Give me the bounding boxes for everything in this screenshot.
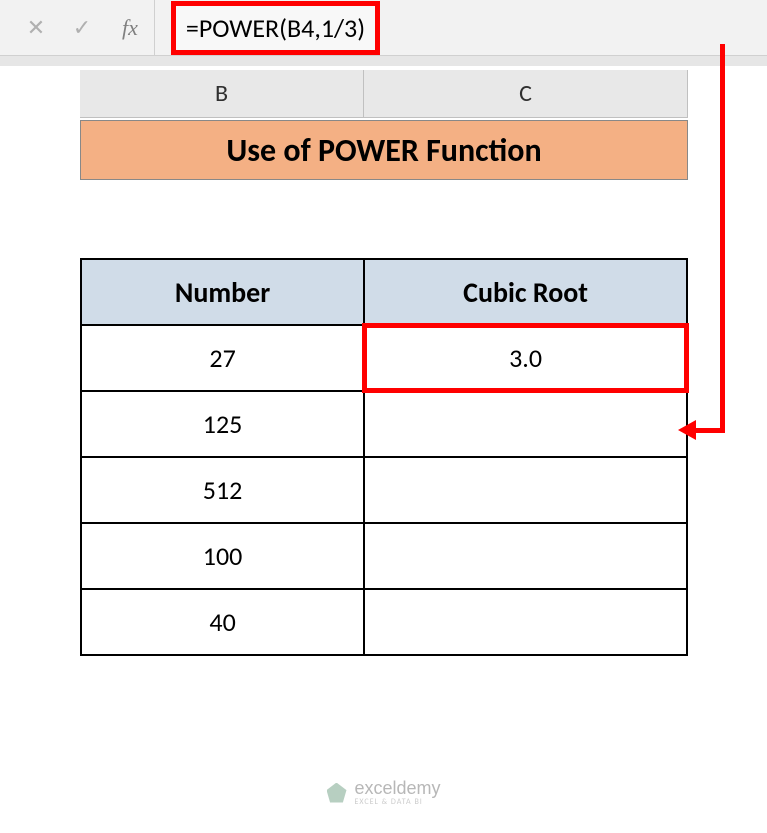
confirm-icon[interactable]: ✓ [68,14,96,42]
table-row: 125 [81,391,687,457]
table-row: 100 [81,523,687,589]
table-header-row: Number Cubic Root [81,259,687,325]
watermark-text-stack: exceldemy EXCEL & DATA BI [354,778,440,807]
ribbon-divider [0,56,767,70]
worksheet: B C Use of POWER Function Number Cubic R… [0,70,767,656]
formula-bar: ✕ ✓ fx =POWER(B4,1/3) [0,0,767,56]
cell-number[interactable]: 512 [81,457,364,523]
data-table: Number Cubic Root 27 3.0 125 512 100 [80,258,688,656]
column-gap [0,70,80,118]
callout-arrow-head-icon [678,420,696,440]
cell-number[interactable]: 125 [81,391,364,457]
formula-bar-controls: ✕ ✓ fx [0,0,155,55]
table-row: 40 [81,589,687,655]
cell-root[interactable] [364,589,687,655]
cell-number[interactable]: 100 [81,523,364,589]
cell-root[interactable] [364,523,687,589]
column-header-c[interactable]: C [364,70,688,118]
table-row: 27 3.0 [81,325,687,391]
cell-number[interactable]: 40 [81,589,364,655]
cancel-icon[interactable]: ✕ [22,14,50,42]
watermark-brand: exceldemy [354,778,440,799]
watermark-logo-icon [326,783,346,803]
watermark: exceldemy EXCEL & DATA BI [326,778,440,807]
header-number[interactable]: Number [81,259,364,325]
formula-input[interactable]: =POWER(B4,1/3) [171,1,380,55]
watermark-tagline: EXCEL & DATA BI [354,797,440,807]
column-header-b[interactable]: B [80,70,364,118]
column-headers: B C [0,70,767,118]
fx-icon[interactable]: fx [122,15,138,41]
cell-root[interactable] [364,391,687,457]
header-cubic-root[interactable]: Cubic Root [364,259,687,325]
cell-root-selected[interactable]: 3.0 [364,325,687,391]
cell-number[interactable]: 27 [81,325,364,391]
page-title: Use of POWER Function [80,120,688,180]
formula-input-wrap: =POWER(B4,1/3) [155,0,767,55]
table-row: 512 [81,457,687,523]
cell-root[interactable] [364,457,687,523]
